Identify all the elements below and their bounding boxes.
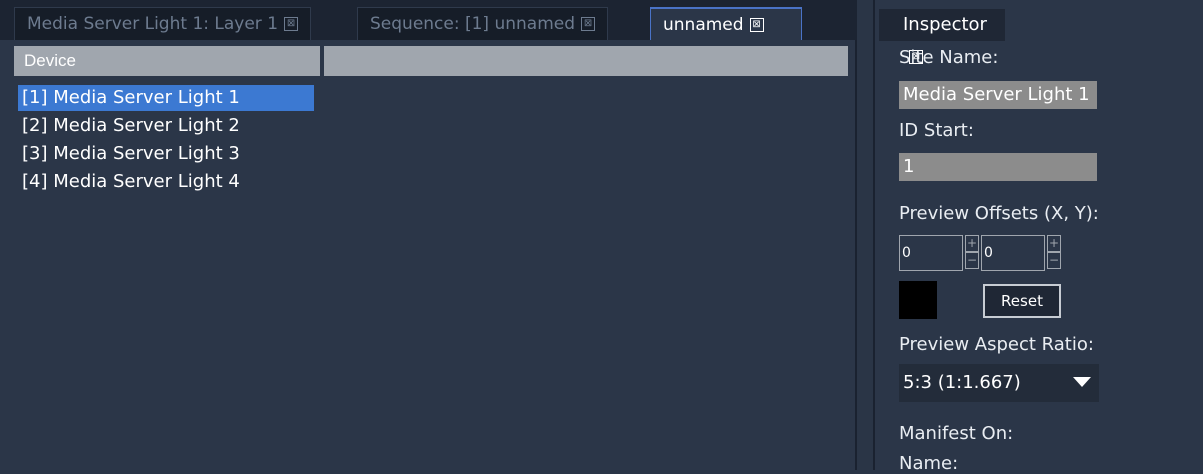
- tab-inspector-label: Inspector: [903, 14, 987, 35]
- decrement-icon[interactable]: −: [1047, 252, 1061, 269]
- offset-x-input[interactable]: 0: [899, 235, 963, 271]
- preview-offsets-label: Preview Offsets (X, Y):: [899, 203, 1099, 224]
- id-start-field[interactable]: 1: [899, 153, 1097, 181]
- offset-y-stepper[interactable]: 0 + −: [981, 235, 1065, 271]
- tab-unnamed-label: unnamed: [663, 15, 744, 35]
- device-row-1[interactable]: [1] Media Server Light 1: [18, 85, 314, 111]
- tab-sequence[interactable]: Sequence: [1] unnamed ⊠: [357, 7, 609, 40]
- device-panel: Media Server Light 1: Layer 1 ⊠ Sequence:…: [0, 0, 857, 470]
- site-name-field[interactable]: Media Server Light 1: [899, 81, 1097, 109]
- tab-unnamed[interactable]: unnamed ⊠: [650, 7, 802, 40]
- aspect-ratio-label: Preview Aspect Ratio:: [899, 334, 1094, 355]
- tab-bar: Media Server Light 1: Layer 1 ⊠ Sequence:…: [0, 0, 857, 40]
- close-icon[interactable]: ⊠: [284, 17, 299, 31]
- reset-button[interactable]: Reset: [983, 284, 1061, 318]
- aspect-ratio-value: 5:3 (1:1.667): [903, 372, 1021, 393]
- chevron-down-icon[interactable]: [1073, 377, 1091, 387]
- tab-sequence-label: Sequence: [1] unnamed: [370, 14, 576, 34]
- offset-x-arrows[interactable]: + −: [965, 235, 979, 271]
- increment-icon[interactable]: +: [965, 235, 979, 252]
- device-row-3[interactable]: [3] Media Server Light 3: [18, 141, 244, 167]
- offset-y-input[interactable]: 0: [981, 235, 1045, 271]
- offset-x-stepper[interactable]: 0 + −: [899, 235, 983, 271]
- name-label: Name:: [899, 453, 959, 474]
- decrement-icon[interactable]: −: [965, 252, 979, 269]
- close-icon[interactable]: ⊠: [749, 18, 764, 32]
- increment-icon[interactable]: +: [1047, 235, 1061, 252]
- device-row-2[interactable]: [2] Media Server Light 2: [18, 113, 244, 139]
- device-row-4[interactable]: [4] Media Server Light 4: [18, 169, 244, 195]
- tab-inspector[interactable]: Inspector⊠: [879, 9, 1005, 64]
- offset-y-arrows[interactable]: + −: [1047, 235, 1061, 271]
- inspector-panel: Inspector⊠ Site Name: Media Server Light…: [873, 0, 1203, 474]
- tab-layer-label: Media Server Light 1: Layer 1: [27, 14, 279, 34]
- close-icon[interactable]: ⊠: [581, 17, 596, 31]
- device-column-header[interactable]: Device: [14, 46, 320, 76]
- tab-layer[interactable]: Media Server Light 1: Layer 1 ⊠: [14, 7, 312, 40]
- manifest-label: Manifest On:: [899, 423, 1014, 444]
- site-name-label: Site Name:: [899, 47, 999, 68]
- blank-column-header[interactable]: [324, 46, 848, 76]
- color-swatch[interactable]: [899, 281, 937, 319]
- aspect-ratio-select[interactable]: 5:3 (1:1.667): [899, 364, 1099, 402]
- id-start-label: ID Start:: [899, 120, 974, 141]
